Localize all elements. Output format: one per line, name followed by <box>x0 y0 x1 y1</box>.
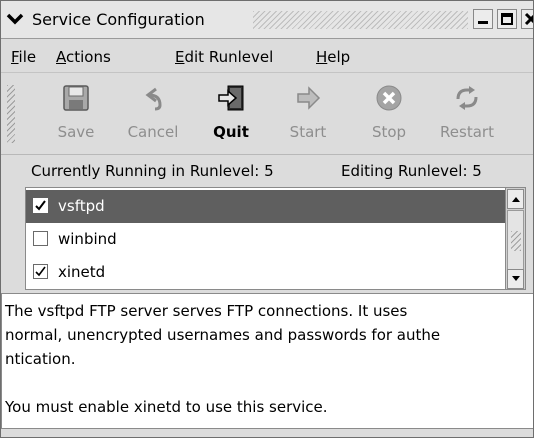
stop-button[interactable]: Stop <box>351 83 427 149</box>
exit-door-icon <box>216 83 246 113</box>
scroll-down-button[interactable] <box>507 269 524 289</box>
service-configuration-window: Service Configuration File Actions Edit … <box>0 0 534 438</box>
service-row-winbind[interactable]: winbind <box>26 223 505 256</box>
toolbar-drag-handle[interactable] <box>7 85 15 143</box>
maximize-button[interactable] <box>497 9 517 29</box>
service-checkbox-vsftpd[interactable] <box>33 198 48 213</box>
service-description: The vsftpd FTP server serves FTP connect… <box>1 293 533 429</box>
service-name: winbind <box>58 230 117 248</box>
description-line: normal, unencrypted usernames and passwo… <box>5 326 441 344</box>
window-bottom-edge <box>1 429 533 437</box>
scroll-up-button[interactable] <box>507 189 524 209</box>
stop-button-label: Stop <box>371 123 407 141</box>
minimize-button[interactable] <box>473 9 493 29</box>
description-line: You must enable xinetd to use this servi… <box>5 398 328 416</box>
window-menu-chevron-icon[interactable] <box>6 9 24 29</box>
refresh-arrows-icon <box>452 83 482 113</box>
restart-button[interactable]: Restart <box>425 83 509 149</box>
service-checkbox-winbind[interactable] <box>33 231 48 246</box>
save-button[interactable]: Save <box>41 83 111 149</box>
save-button-label: Save <box>57 123 95 141</box>
menu-edit-runlevel[interactable]: Edit Runlevel <box>175 48 273 66</box>
menu-actions[interactable]: Actions <box>56 48 111 66</box>
start-button[interactable]: Start <box>273 83 343 149</box>
toolbar: Save Cancel Quit Start Stop Restart <box>1 73 533 155</box>
service-list-scrollbar[interactable] <box>506 187 526 290</box>
runlevel-status: Currently Running in Runlevel: 5 Editing… <box>1 155 533 187</box>
service-name: vsftpd <box>58 197 105 215</box>
right-arrow-icon <box>293 83 323 113</box>
undo-arrow-icon <box>138 83 168 113</box>
close-button[interactable] <box>521 9 533 29</box>
description-line: The vsftpd FTP server serves FTP connect… <box>5 302 408 320</box>
menu-help[interactable]: Help <box>316 48 350 66</box>
title-bar[interactable]: Service Configuration <box>1 1 533 39</box>
quit-button-label: Quit <box>213 123 249 141</box>
current-runlevel-text: Currently Running in Runlevel: 5 <box>31 162 274 180</box>
service-name: xinetd <box>58 263 106 281</box>
service-list[interactable]: vsftpd winbind xinetd <box>25 187 506 290</box>
menu-file[interactable]: File <box>11 48 36 66</box>
stop-circle-icon <box>374 83 404 113</box>
start-button-label: Start <box>289 123 327 141</box>
service-row-xinetd[interactable]: xinetd <box>26 256 505 289</box>
window-title: Service Configuration <box>32 10 205 29</box>
quit-button[interactable]: Quit <box>201 83 261 149</box>
restart-button-label: Restart <box>440 123 494 141</box>
menu-bar: File Actions Edit Runlevel Help <box>1 39 533 73</box>
cancel-button-label: Cancel <box>127 123 179 141</box>
editing-runlevel-text: Editing Runlevel: 5 <box>341 162 482 180</box>
cancel-button[interactable]: Cancel <box>113 83 193 149</box>
service-checkbox-xinetd[interactable] <box>33 264 48 279</box>
scrollbar-grip <box>511 231 521 251</box>
service-row-vsftpd[interactable]: vsftpd <box>26 190 505 223</box>
title-bar-texture <box>253 11 468 29</box>
description-line: ntication. <box>5 350 76 368</box>
floppy-disk-icon <box>61 83 91 113</box>
scrollbar-thumb[interactable] <box>507 210 524 270</box>
